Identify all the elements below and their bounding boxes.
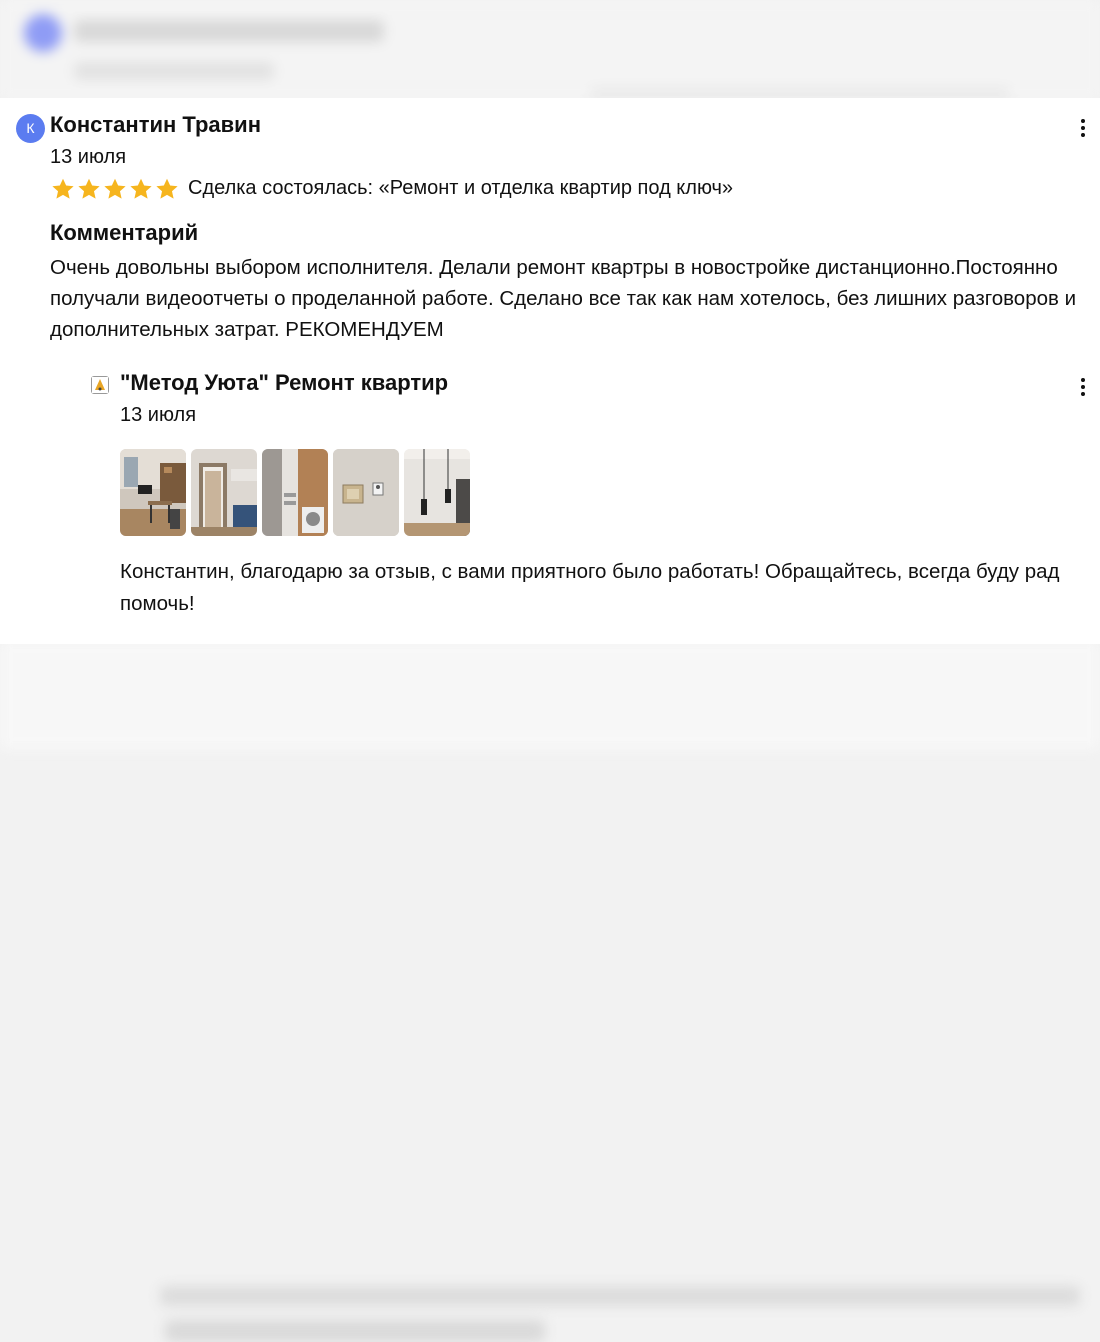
avatar[interactable]: К <box>16 114 45 143</box>
star-icon <box>78 178 100 199</box>
blurred-avatar <box>24 14 62 52</box>
response-company-name[interactable]: "Метод Уюта" Ремонт квартир <box>120 370 448 396</box>
response-photos <box>120 449 470 536</box>
star-icon <box>130 178 152 199</box>
response-text: Константин, благодарю за отзыв, с вами п… <box>120 560 1060 615</box>
blurred-text <box>74 20 384 42</box>
deal-status: Сделка состоялась: «Ремонт и отделка ква… <box>188 177 734 199</box>
doorway-photo[interactable] <box>191 449 257 536</box>
comment-heading: Комментарий <box>50 220 199 245</box>
response-date: 13 июля <box>120 404 197 426</box>
review-author[interactable]: Константин Травин <box>50 112 261 138</box>
blurred-previous-review <box>0 0 1100 100</box>
star-icon <box>52 178 74 199</box>
living-room-photo[interactable] <box>120 449 186 536</box>
review-date: 13 июля <box>50 146 127 168</box>
blurred-next-review <box>0 640 1100 1342</box>
blurred-text <box>165 1320 545 1342</box>
star-icon <box>104 178 126 199</box>
blurred-text <box>74 62 274 80</box>
blurred-text <box>160 1286 1080 1306</box>
bathroom-photo[interactable] <box>262 449 328 536</box>
blurred-text <box>590 88 1010 98</box>
pendant-lamps-photo[interactable] <box>404 449 470 536</box>
response-more-options-icon[interactable] <box>1073 374 1093 400</box>
star-icon <box>156 178 178 199</box>
comment-text: Очень довольны выбором исполнителя. Дела… <box>50 256 1077 341</box>
more-options-icon[interactable] <box>1073 115 1093 141</box>
star-rating <box>50 176 180 202</box>
switch-photo[interactable] <box>333 449 399 536</box>
company-logo-icon <box>91 376 109 394</box>
